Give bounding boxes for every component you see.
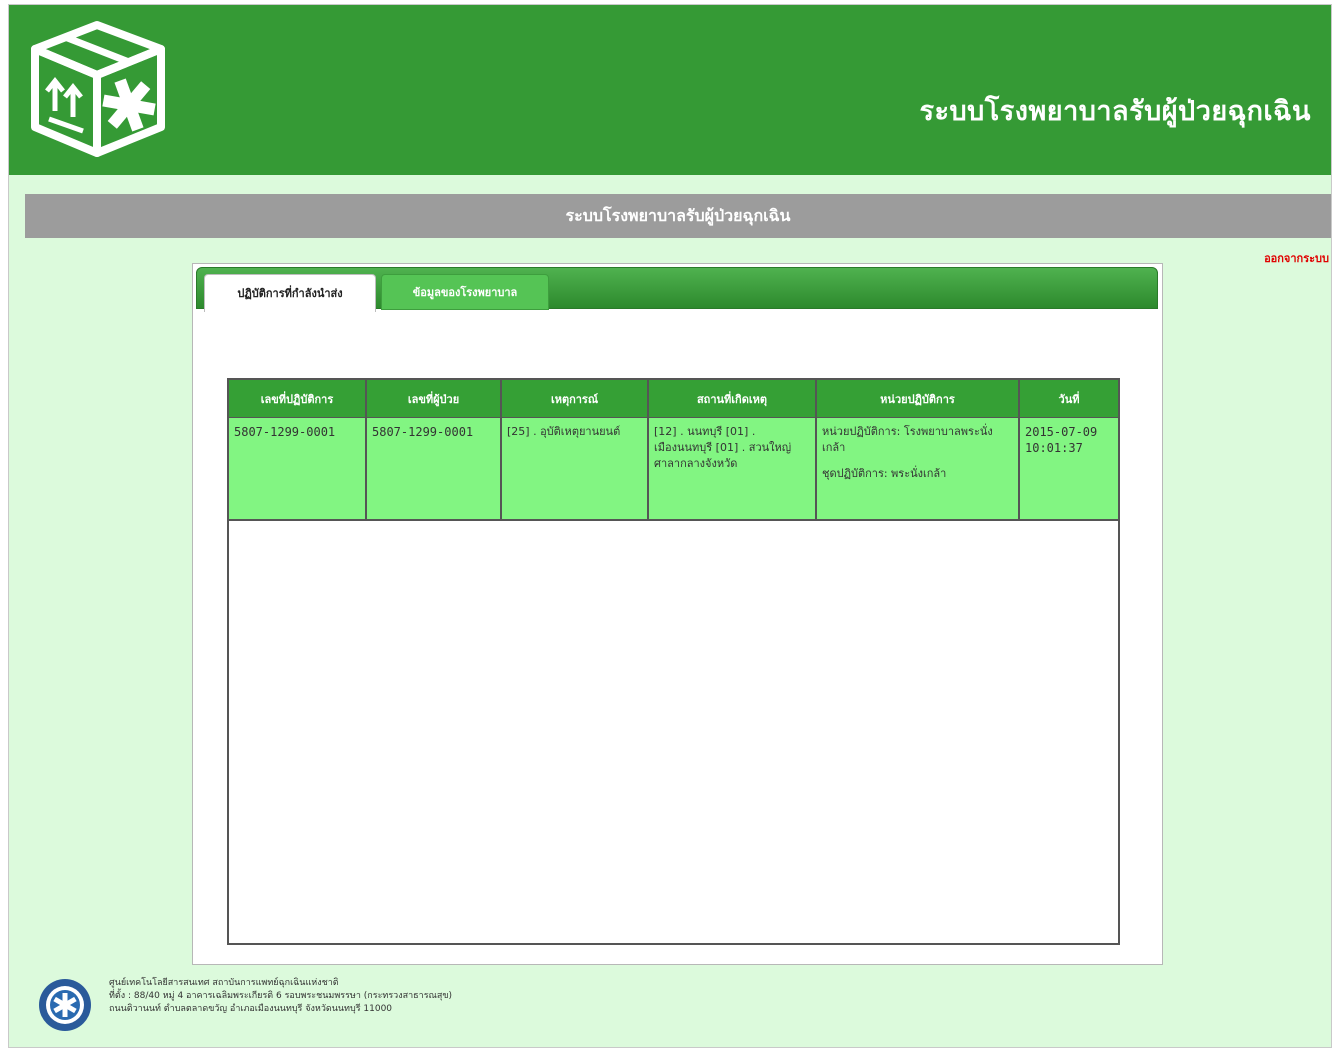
tab-hospital-info[interactable]: ข้อมูลของโรงพยาบาล: [381, 274, 549, 310]
cell-unit[interactable]: หน่วยปฏิบัติการ: โรงพยาบาลพระนั่งเกล้า ช…: [816, 417, 1020, 521]
footer-line-3: ถนนติวานนท์ ตำบลตลาดขวัญ อำเภอเมืองนนทบุ…: [109, 1004, 393, 1014]
tab-bar: ปฏิบัติการที่กำลังนำส่ง ข้อมูลของโรงพยาบ…: [196, 267, 1158, 312]
date-value: 2015-07-09: [1025, 425, 1098, 439]
column-header-incident[interactable]: เหตุการณ์: [501, 380, 649, 418]
cell-operation-no[interactable]: 5807-1299-0001: [229, 417, 367, 521]
unit-line: หน่วยปฏิบัติการ: โรงพยาบาลพระนั่งเกล้า: [822, 425, 993, 454]
column-header-location[interactable]: สถานที่เกิดเหตุ: [648, 380, 817, 418]
column-header-unit[interactable]: หน่วยปฏิบัติการ: [816, 380, 1020, 418]
logout-link[interactable]: ออกจากระบบ: [1264, 249, 1329, 267]
column-header-date[interactable]: วันที่: [1019, 380, 1118, 418]
box-asterisk-logo-icon: [31, 21, 165, 157]
time-value: 10:01:37: [1025, 441, 1083, 455]
table-row[interactable]: 5807-1299-0001 5807-1299-0001 [25] . อุบ…: [229, 417, 1118, 521]
team-line: ชุดปฏิบัติการ: พระนั่งเกล้า: [822, 467, 947, 480]
footer-address: ศูนย์เทคโนโลยีสารสนเทศ สถาบันการแพทย์ฉุก…: [109, 977, 452, 1016]
operations-grid: เลขที่ปฏิบัติการ เลขที่ผู้ป่วย เหตุการณ์…: [227, 378, 1120, 945]
tab-active-operations[interactable]: ปฏิบัติการที่กำลังนำส่ง: [204, 274, 376, 312]
cell-incident[interactable]: [25] . อุบัติเหตุยานยนต์: [501, 417, 649, 521]
main-panel: ปฏิบัติการที่กำลังนำส่ง ข้อมูลของโรงพยาบ…: [192, 263, 1163, 965]
column-header-operation-no[interactable]: เลขที่ปฏิบัติการ: [229, 380, 367, 418]
table-header-row: เลขที่ปฏิบัติการ เลขที่ผู้ป่วย เหตุการณ์…: [229, 380, 1118, 418]
column-header-patient-no[interactable]: เลขที่ผู้ป่วย: [366, 380, 502, 418]
institute-seal-icon: [39, 979, 91, 1031]
header-bar: ระบบโรงพยาบาลรับผู้ป่วยฉุกเฉิน: [9, 5, 1331, 175]
system-title: ระบบโรงพยาบาลรับผู้ป่วยฉุกเฉิน: [919, 96, 1311, 127]
cell-date[interactable]: 2015-07-09 10:01:37: [1019, 417, 1118, 521]
cell-location[interactable]: [12] . นนทบุรี [01] . เมืองนนทบุรี [01] …: [648, 417, 817, 521]
page-subtitle-bar: ระบบโรงพยาบาลรับผู้ป่วยฉุกเฉิน: [25, 194, 1331, 238]
cell-patient-no[interactable]: 5807-1299-0001: [366, 417, 502, 521]
footer-line-2: ที่ตั้ง : 88/40 หมู่ 4 อาคารเฉลิมพระเกีย…: [109, 991, 453, 1001]
app-frame: ระบบโรงพยาบาลรับผู้ป่วยฉุกเฉิน ระบบโรงพย…: [8, 4, 1332, 1048]
footer-line-1: ศูนย์เทคโนโลยีสารสนเทศ สถาบันการแพทย์ฉุก…: [109, 978, 339, 988]
operations-table: เลขที่ปฏิบัติการ เลขที่ผู้ป่วย เหตุการณ์…: [229, 380, 1118, 521]
